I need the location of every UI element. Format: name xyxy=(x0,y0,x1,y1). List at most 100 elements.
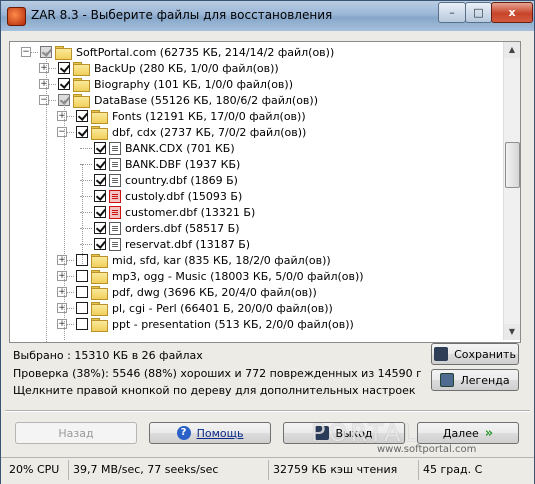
folder-icon xyxy=(91,269,108,284)
minimize-button[interactable]: – xyxy=(438,2,466,23)
title-bar[interactable]: ZAR 8.3 - Выберите файлы для восстановле… xyxy=(1,1,534,31)
back-button[interactable]: Назад xyxy=(15,422,137,444)
expand-icon[interactable]: + xyxy=(57,111,67,121)
collapse-icon[interactable]: − xyxy=(39,95,49,105)
status-speed: 39,7 MB/sec, 77 seeks/sec xyxy=(69,460,269,480)
tree-item[interactable]: BackUp (280 КБ, 1/0/0 файл(ов)) xyxy=(58,60,279,76)
tree-item-checkbox[interactable] xyxy=(94,222,106,234)
tree-guide-line xyxy=(46,52,47,342)
tree-item[interactable]: BANK.CDX (701 КБ) xyxy=(94,140,235,156)
tree-item-checkbox[interactable] xyxy=(94,174,106,186)
tree-item[interactable]: mp3, ogg - Music (18003 КБ, 5/0/0 файл(о… xyxy=(76,268,364,284)
tree-item[interactable]: SoftPortal.com (62735 КБ, 214/14/2 файл(… xyxy=(40,44,334,60)
tree-item[interactable]: pl, cgi - Perl (66401 Б, 20/0/0 файл(ов)… xyxy=(76,300,333,316)
expand-icon[interactable]: + xyxy=(57,319,67,329)
tree-item-checkbox[interactable] xyxy=(58,78,70,90)
tree-item-checkbox[interactable] xyxy=(94,238,106,250)
tree-item[interactable]: BANK.DBF (1937 КБ) xyxy=(94,156,240,172)
tree-item[interactable]: DataBase (55126 КБ, 180/6/2 файл(ов)) xyxy=(58,92,318,108)
folder-icon xyxy=(91,285,108,300)
tree-item-checkbox[interactable] xyxy=(76,302,88,314)
zar-app-icon xyxy=(7,7,26,26)
folder-icon xyxy=(73,77,90,92)
recovery-tree[interactable]: − SoftPortal.com (62735 КБ, 214/14/2 файл… xyxy=(9,41,521,343)
legend-button-label: Легенда xyxy=(460,373,510,387)
tree-item[interactable]: reservat.dbf (13187 Б) xyxy=(94,236,250,252)
file-icon xyxy=(109,237,121,251)
scroll-down-icon[interactable]: ▼ xyxy=(504,324,520,340)
expand-icon[interactable]: + xyxy=(57,271,67,281)
tree-item[interactable]: custoly.dbf (15093 Б) xyxy=(94,188,242,204)
tree-item-checkbox[interactable] xyxy=(76,126,88,138)
tree-item[interactable]: country.dbf (1869 Б) xyxy=(94,172,238,188)
scroll-thumb[interactable] xyxy=(505,142,520,188)
next-arrow-icon: » xyxy=(484,425,494,441)
collapse-icon[interactable]: − xyxy=(21,47,31,57)
tree-scrollbar[interactable]: ▲ ▼ xyxy=(503,42,520,340)
maximize-button[interactable]: □ xyxy=(465,2,492,23)
status-bar: 20% CPU 39,7 MB/sec, 77 seeks/sec 32759 … xyxy=(1,457,534,484)
tree-item-label: customer.dbf (13321 Б) xyxy=(125,205,256,219)
tree-item-checkbox[interactable] xyxy=(94,142,106,154)
file-icon xyxy=(109,221,121,235)
tree-item-checkbox[interactable] xyxy=(58,62,70,74)
tree-item[interactable]: Fonts (12191 КБ, 17/0/0 файл(ов)) xyxy=(76,108,306,124)
status-cpu: 20% CPU xyxy=(5,460,69,480)
selected-summary: Выбрано : 15310 КБ в 26 файлах xyxy=(13,349,203,362)
tree-item-checkbox[interactable] xyxy=(76,110,88,122)
help-button[interactable]: ? Помощь xyxy=(149,422,271,444)
folder-icon xyxy=(55,45,72,60)
tree-item-label: country.dbf (1869 Б) xyxy=(125,173,238,187)
tree-item-label: Fonts (12191 КБ, 17/0/0 файл(ов)) xyxy=(112,109,306,123)
expand-icon[interactable]: + xyxy=(39,79,49,89)
tree-item-label: DataBase (55126 КБ, 180/6/2 файл(ов)) xyxy=(94,93,318,107)
folder-icon xyxy=(91,253,108,268)
tree-item-checkbox[interactable] xyxy=(94,158,106,170)
close-button[interactable]: x xyxy=(491,2,533,23)
folder-icon xyxy=(91,109,108,124)
file-icon xyxy=(109,157,121,171)
tree-item-checkbox[interactable] xyxy=(76,318,88,330)
legend-button[interactable]: Легенда xyxy=(431,369,519,391)
save-button[interactable]: Сохранить xyxy=(431,343,519,365)
legend-icon xyxy=(440,373,455,387)
collapse-icon[interactable]: − xyxy=(57,127,67,137)
tree-item[interactable]: ppt - presentation (513 КБ, 2/0/0 файл(о… xyxy=(76,316,354,332)
tree-item-label: Biography (101 КБ, 1/0/0 файл(ов)) xyxy=(94,77,293,91)
tree-connector xyxy=(80,148,92,149)
tree-item[interactable]: pdf, dwg (3696 КБ, 20/4/0 файл(ов)) xyxy=(76,284,317,300)
hint-text: Щелкните правой кнопкой по дереву для до… xyxy=(13,384,416,397)
tree-item-label: BackUp (280 КБ, 1/0/0 файл(ов)) xyxy=(94,61,279,75)
next-button-label: Далее xyxy=(442,426,479,440)
tree-item-label: pdf, dwg (3696 КБ, 20/4/0 файл(ов)) xyxy=(112,285,317,299)
tree-item-checkbox[interactable] xyxy=(94,190,106,202)
expand-icon[interactable]: + xyxy=(57,255,67,265)
tree-item[interactable]: dbf, cdx (2737 КБ, 7/0/2 файл(ов)) xyxy=(76,124,306,140)
scroll-up-icon[interactable]: ▲ xyxy=(504,42,520,58)
next-button[interactable]: Далее » xyxy=(417,422,519,444)
tree-item[interactable]: Biography (101 КБ, 1/0/0 файл(ов)) xyxy=(58,76,293,92)
help-button-label: Помощь xyxy=(196,426,244,440)
folder-icon xyxy=(91,301,108,316)
expand-icon[interactable]: + xyxy=(57,303,67,313)
tree-item-label: BANK.CDX (701 КБ) xyxy=(125,141,235,155)
tree-item[interactable]: customer.dbf (13321 Б) xyxy=(94,204,255,220)
tree-item-checkbox[interactable] xyxy=(76,270,88,282)
expand-icon[interactable]: + xyxy=(57,287,67,297)
tree-item[interactable]: mid, sfd, kar (835 КБ, 18/2/0 файл(ов)) xyxy=(76,252,331,268)
tree-item-label: ppt - presentation (513 КБ, 2/0/0 файл(о… xyxy=(112,317,354,331)
tree-item-checkbox[interactable] xyxy=(94,206,106,218)
tree-guide-line xyxy=(82,164,83,264)
floppy-icon xyxy=(434,347,449,361)
tree-item-label: mid, sfd, kar (835 КБ, 18/2/0 файл(ов)) xyxy=(112,253,331,267)
separator xyxy=(5,410,530,412)
tree-item-label: orders.dbf (58517 Б) xyxy=(125,221,240,235)
folder-icon xyxy=(73,93,90,108)
tree-item-label: reservat.dbf (13187 Б) xyxy=(125,237,251,251)
tree-item[interactable]: orders.dbf (58517 Б) xyxy=(94,220,240,236)
tree-item-label: mp3, ogg - Music (18003 КБ, 5/0/0 файл(о… xyxy=(112,269,364,283)
file-icon xyxy=(109,173,121,187)
expand-icon[interactable]: + xyxy=(39,63,49,73)
window-title: ZAR 8.3 - Выберите файлы для восстановле… xyxy=(31,8,333,22)
tree-item-checkbox[interactable] xyxy=(76,286,88,298)
